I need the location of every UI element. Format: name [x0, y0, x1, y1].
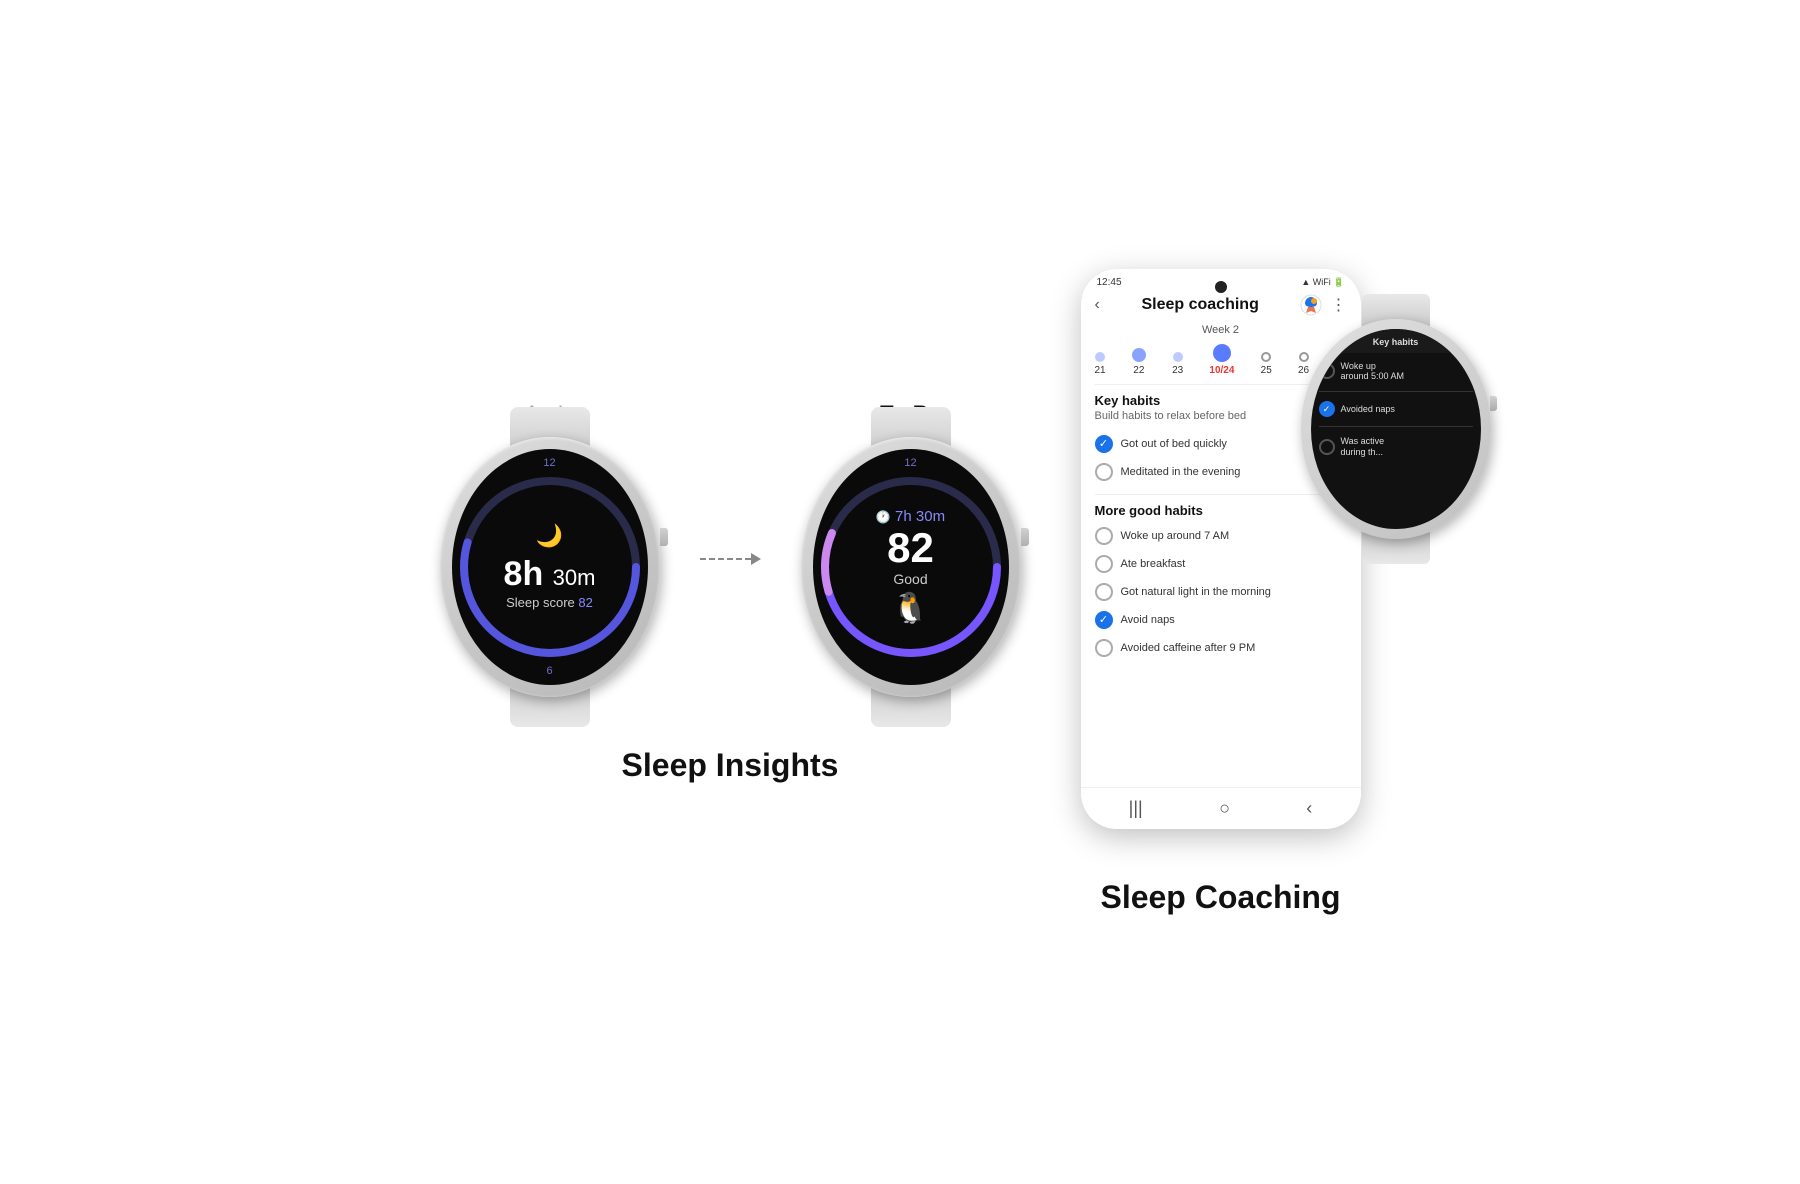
nav-menu-icon[interactable]: |||: [1129, 798, 1143, 819]
back-arrow-icon[interactable]: ‹: [1095, 296, 1100, 314]
watch-case-tobe: 12 🕐 7h 30m 82 Good 🐧: [801, 437, 1021, 697]
key-habits-subtitle: Build habits to relax before bed: [1095, 410, 1247, 422]
habit-check-meditated: [1095, 463, 1113, 481]
habit-item-no-caffeine: Avoided caffeine after 9 PM: [1095, 634, 1347, 662]
habit-check-ate-breakfast: [1095, 555, 1113, 573]
sw-habit-woke-up: Woke uparound 5:00 AM: [1319, 357, 1473, 387]
phone-nav-bar: ||| ○ ‹: [1081, 787, 1361, 829]
day-item-25: 25: [1261, 352, 1272, 376]
phone-watch-row: 12:45 ▲ WiFi 🔋 ‹ Sleep coaching: [1081, 269, 1361, 829]
day-dot-25: [1261, 352, 1271, 362]
phone-time: 12:45: [1097, 277, 1122, 288]
watch-asis-wrapper: As-Is 12 🌙: [440, 401, 660, 697]
habit-check-woke-up: [1095, 527, 1113, 545]
watch-case-asis: 12 🌙 8h 30m Sleep score 82: [440, 437, 660, 697]
more-options-icon[interactable]: ⋮: [1330, 295, 1346, 315]
habit-check-avoid-naps: ✓: [1095, 611, 1113, 629]
sw-check-woke-up: [1319, 363, 1335, 379]
sw-check-avoided-naps: ✓: [1319, 401, 1335, 417]
watch-button-asis: [660, 528, 668, 546]
sw-case: Key habits Woke uparound 5:00 AM ✓: [1301, 319, 1491, 539]
watch-asis-body: 12 🌙 8h 30m Sleep score 82: [440, 437, 660, 697]
habit-check-got-out: ✓: [1095, 435, 1113, 453]
sleep-coaching-title: Sleep Coaching: [1100, 879, 1340, 916]
sleep-coaching-section: 12:45 ▲ WiFi 🔋 ‹ Sleep coaching: [1081, 269, 1361, 916]
day-dot-22: [1132, 348, 1146, 362]
habit-check-no-caffeine: [1095, 639, 1113, 657]
habit-text-got-out: Got out of bed quickly: [1121, 438, 1227, 450]
phone-header-icons: ⋮: [1300, 294, 1346, 316]
watches-row: As-Is 12 🌙: [440, 401, 1021, 697]
day-item-today[interactable]: 10/24: [1209, 344, 1234, 376]
day-dot-21: [1095, 352, 1105, 362]
sw-habit-was-active: Was activeduring th...: [1319, 432, 1473, 462]
habit-check-natural-light: [1095, 583, 1113, 601]
watch-button-tobe: [1021, 528, 1029, 546]
sw-divider-1: [1319, 391, 1473, 392]
day-num-today: 10/24: [1209, 365, 1234, 376]
watch-6-asis: 6: [546, 665, 552, 677]
arrow-dashed: [700, 558, 751, 560]
app-logo-icon: [1300, 294, 1322, 316]
sleep-insights-section: As-Is 12 🌙: [440, 401, 1021, 784]
habit-text-avoid-naps: Avoid naps: [1121, 614, 1175, 626]
sleep-insights-title: Sleep Insights: [622, 747, 839, 784]
sw-screen: Key habits Woke uparound 5:00 AM ✓: [1311, 329, 1481, 529]
day-item-22: 22: [1132, 348, 1146, 376]
watch-12-asis: 12: [543, 457, 555, 469]
watch-tobe-wrapper: To-Be 12: [801, 401, 1021, 697]
sw-text-avoided-naps: Avoided naps: [1341, 404, 1395, 415]
sw-text-woke-up: Woke uparound 5:00 AM: [1341, 361, 1405, 383]
day-dot-23: [1173, 352, 1183, 362]
sw-check-was-active: [1319, 439, 1335, 455]
sw-divider-2: [1319, 426, 1473, 427]
phone-status-icons: ▲ WiFi 🔋: [1301, 277, 1344, 288]
day-item-21: 21: [1095, 352, 1106, 376]
key-habits-title: Key habits: [1095, 393, 1247, 408]
sw-content: Woke uparound 5:00 AM ✓ Avoided naps: [1311, 353, 1481, 529]
sw-header-title: Key habits: [1321, 337, 1471, 347]
day-dot-today: [1213, 344, 1231, 362]
habit-item-ate-breakfast: Ate breakfast: [1095, 550, 1347, 578]
nav-back-icon[interactable]: ‹: [1306, 798, 1312, 819]
habit-text-woke-up: Woke up around 7 AM: [1121, 530, 1230, 542]
habit-item-avoid-naps: ✓ Avoid naps: [1095, 606, 1347, 634]
nav-home-icon[interactable]: ○: [1219, 798, 1230, 819]
day-num-25: 25: [1261, 365, 1272, 376]
sleep-arc-svg-tobe: [813, 449, 1009, 685]
sleep-arc-svg-asis: [452, 449, 648, 685]
day-num-22: 22: [1133, 365, 1144, 376]
habit-text-ate-breakfast: Ate breakfast: [1121, 558, 1186, 570]
smartwatch-overlay: Key habits Woke uparound 5:00 AM ✓: [1301, 319, 1491, 539]
arrow-head: [751, 553, 761, 565]
habit-text-meditated: Meditated in the evening: [1121, 466, 1241, 478]
habit-text-natural-light: Got natural light in the morning: [1121, 586, 1271, 598]
day-num-23: 23: [1172, 365, 1183, 376]
main-container: As-Is 12 🌙: [0, 229, 1800, 956]
sw-text-was-active: Was activeduring th...: [1341, 436, 1385, 458]
watch-tobe-body: 12 🕐 7h 30m 82 Good 🐧: [801, 437, 1021, 697]
watch-screen-tobe: 12 🕐 7h 30m 82 Good 🐧: [813, 449, 1009, 685]
sw-button: [1490, 396, 1497, 411]
phone-header-title: Sleep coaching: [1141, 296, 1258, 314]
sw-habit-avoided-naps: ✓ Avoided naps: [1319, 397, 1473, 421]
habit-item-natural-light: Got natural light in the morning: [1095, 578, 1347, 606]
habit-text-no-caffeine: Avoided caffeine after 9 PM: [1121, 642, 1256, 654]
day-num-21: 21: [1095, 365, 1106, 376]
arrow-container: [700, 533, 761, 565]
watch-screen-asis: 12 🌙 8h 30m Sleep score 82: [452, 449, 648, 685]
sw-header: Key habits: [1311, 329, 1481, 353]
sw-body: Key habits Woke uparound 5:00 AM ✓: [1301, 319, 1491, 539]
day-item-23: 23: [1172, 352, 1183, 376]
watch-12-tobe: 12: [904, 457, 916, 469]
phone-notch: [1215, 281, 1227, 293]
